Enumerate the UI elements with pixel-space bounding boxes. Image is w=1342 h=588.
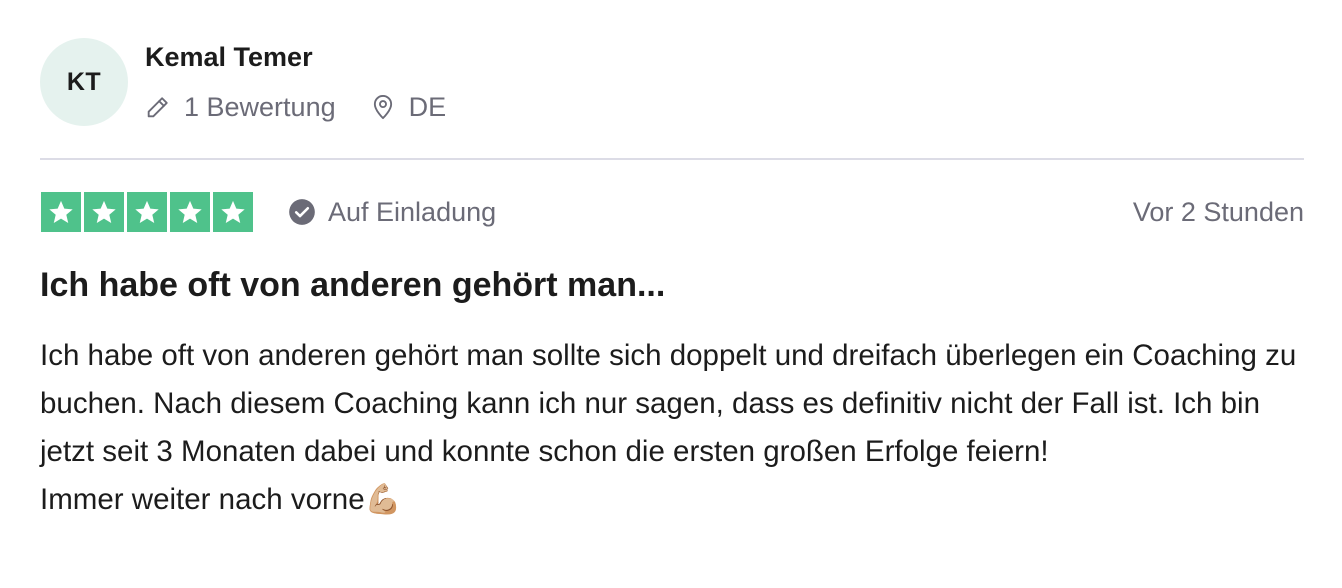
review-text: Ich habe oft von anderen gehört man soll… <box>40 332 1320 524</box>
review-count: 1 Bewertung <box>184 91 336 122</box>
star-rating <box>41 192 253 232</box>
review-title[interactable]: Ich habe oft von anderen gehört man... <box>40 266 665 305</box>
star-icon <box>170 192 210 232</box>
consumer-meta: 1 Bewertung DE <box>144 88 446 126</box>
review-body-last-line: Immer weiter nach vorne💪🏼 <box>40 483 402 516</box>
consumer-country: DE <box>408 91 447 122</box>
pencil-icon <box>144 93 172 121</box>
star-icon <box>41 192 81 232</box>
review-card: KT Kemal Temer 1 Bewertung DE Auf Einlad <box>0 0 1342 588</box>
divider <box>40 158 1304 160</box>
check-circle-icon <box>288 198 316 226</box>
star-icon <box>84 192 124 232</box>
review-date: Vor 2 Stunden <box>1132 196 1304 227</box>
review-body: Ich habe oft von anderen gehört man soll… <box>40 339 1297 468</box>
avatar[interactable]: KT <box>40 38 128 126</box>
verification-badge[interactable]: Auf Einladung <box>288 193 496 231</box>
consumer-name[interactable]: Kemal Temer <box>145 42 313 73</box>
star-icon <box>213 192 253 232</box>
verification-label: Auf Einladung <box>328 196 497 227</box>
location-pin-icon <box>369 93 397 121</box>
star-icon <box>127 192 167 232</box>
